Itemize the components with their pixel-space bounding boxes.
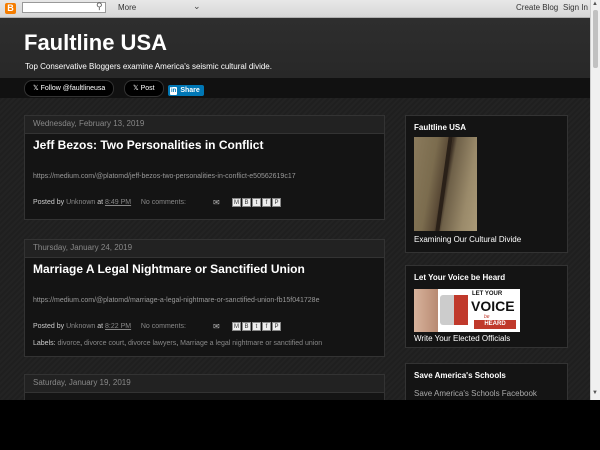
chevron-down-icon[interactable]: ⌄ <box>193 1 201 12</box>
search-icon[interactable]: ⚲ <box>96 1 103 12</box>
fault-line-image[interactable] <box>414 137 477 231</box>
twitter-share-icon[interactable]: t <box>252 198 261 207</box>
email-post-icon[interactable]: ✉ <box>213 322 220 331</box>
post-labels: Labels: divorce, divorce court, divorce … <box>33 340 323 347</box>
blog-post: Wednesday, February 13, 2019 Jeff Bezos:… <box>24 115 385 220</box>
comments-link[interactable]: No comments: <box>141 323 186 330</box>
twitter-share-icon[interactable]: t <box>252 322 261 331</box>
navbar-search-input[interactable] <box>22 2 106 13</box>
create-blog-link[interactable]: Create Blog <box>516 3 558 12</box>
more-menu[interactable]: More <box>118 3 136 12</box>
voice-text-line2: VOICE <box>471 298 515 314</box>
post-title-link[interactable]: Marriage A Legal Nightmare or Sanctified… <box>33 262 305 276</box>
widget-title: Let Your Voice be Heard <box>414 273 506 282</box>
post-time-link[interactable]: 8:49 PM <box>105 199 131 206</box>
pinterest-share-icon[interactable]: P <box>272 322 281 331</box>
voice-face <box>414 289 438 332</box>
post-time-link[interactable]: 8:22 PM <box>105 323 131 330</box>
posted-by-label: Posted by <box>33 199 65 206</box>
author-link[interactable]: Unknown <box>66 323 95 330</box>
post-share-buttons: MBtfP <box>232 322 282 332</box>
widget-caption: Write Your Elected Officials <box>414 334 511 343</box>
blog-post: Thursday, January 24, 2019 Marriage A Le… <box>24 239 385 357</box>
scroll-thumb[interactable] <box>593 10 598 68</box>
email-post-icon[interactable]: ✉ <box>213 198 220 207</box>
email-this-icon[interactable]: M <box>232 198 241 207</box>
post-date-header: Saturday, January 19, 2019 <box>25 375 384 393</box>
author-link[interactable]: Unknown <box>66 199 95 206</box>
at-label: at <box>97 323 104 330</box>
widget-title: Faultline USA <box>414 123 467 132</box>
let-your-voice-be-heard-image[interactable]: LET YOUR VOICE be HEARD <box>414 289 520 332</box>
sign-in-link[interactable]: Sign In <box>563 3 588 12</box>
at-label: at <box>97 199 104 206</box>
sidebar-widget-schools: Save America's Schools Save America's Sc… <box>405 363 568 400</box>
post-url-link[interactable]: https://medium.com/@platomd/jeff-bezos-t… <box>33 173 296 180</box>
blog-page: Faultline USA Top Conservative Bloggers … <box>0 18 590 400</box>
widget-title: Save America's Schools <box>414 371 506 380</box>
blog-description: Top Conservative Bloggers examine Americ… <box>25 62 272 71</box>
blogthis-icon[interactable]: B <box>242 198 251 207</box>
twitter-post-label: Post <box>140 85 155 92</box>
blog-post: Saturday, January 19, 2019 <box>24 374 385 400</box>
sidebar-widget-faultline: Faultline USA Examining Our Cultural Div… <box>405 115 568 253</box>
page-scrollbar[interactable]: ▲ ▼ <box>590 0 600 400</box>
label-link[interactable]: divorce lawyers <box>128 340 176 347</box>
post-title-link[interactable]: Jeff Bezos: Two Personalities in Conflic… <box>33 138 263 152</box>
twitter-follow-button[interactable]: 𝕏 Follow @faultlineusa <box>24 80 115 97</box>
scroll-up-arrow-icon[interactable]: ▲ <box>592 1 598 7</box>
blank-area <box>0 400 600 450</box>
facebook-share-icon[interactable]: f <box>262 198 271 207</box>
twitter-follow-label: Follow @faultlineusa <box>40 85 106 92</box>
sidebar-widget-voice: Let Your Voice be Heard LET YOUR VOICE b… <box>405 265 568 348</box>
post-url-link[interactable]: https://medium.com/@platomd/marriage-a-l… <box>33 297 319 304</box>
blogger-navbar: B ⚲ More ⌄ Create Blog Sign In <box>0 0 590 18</box>
label-link[interactable]: divorce court <box>84 340 124 347</box>
post-share-buttons: MBtfP <box>232 198 282 208</box>
post-date-header: Thursday, January 24, 2019 <box>25 240 384 258</box>
scroll-down-arrow-icon[interactable]: ▼ <box>592 390 598 396</box>
linkedin-icon: in <box>170 87 178 95</box>
facebook-share-icon[interactable]: f <box>262 322 271 331</box>
label-link[interactable]: divorce <box>58 340 81 347</box>
linkedin-share-label: Share <box>180 87 200 94</box>
twitter-bird-icon: 𝕏 <box>133 85 139 92</box>
post-footer: Posted by Unknown at 8:49 PM No comments… <box>33 199 186 206</box>
voice-text-line4: HEARD <box>474 320 516 329</box>
megaphone-bell <box>454 295 468 325</box>
labels-label: Labels: <box>33 340 56 347</box>
post-date-header: Wednesday, February 13, 2019 <box>25 116 384 134</box>
posted-by-label: Posted by <box>33 323 65 330</box>
blogthis-icon[interactable]: B <box>242 322 251 331</box>
comments-link[interactable]: No comments: <box>141 199 186 206</box>
voice-text-line1: LET YOUR <box>472 291 503 297</box>
twitter-bird-icon: 𝕏 <box>33 85 39 92</box>
pinterest-share-icon[interactable]: P <box>272 198 281 207</box>
fault-crack <box>435 137 453 231</box>
widget-caption: Examining Our Cultural Divide <box>414 235 522 244</box>
blogger-logo-icon[interactable]: B <box>5 3 16 14</box>
email-this-icon[interactable]: M <box>232 322 241 331</box>
twitter-post-button[interactable]: 𝕏 Post <box>124 80 164 97</box>
schools-facebook-link[interactable]: Save America's Schools Facebook <box>414 389 537 398</box>
post-footer: Posted by Unknown at 8:22 PM No comments… <box>33 323 186 330</box>
label-link[interactable]: Marriage a legal nightmare or sanctified… <box>180 340 322 347</box>
social-share-bar: 𝕏 Follow @faultlineusa 𝕏 Post in Share <box>0 78 590 98</box>
blog-title[interactable]: Faultline USA <box>24 30 167 56</box>
linkedin-share-button[interactable]: in Share <box>168 85 204 96</box>
